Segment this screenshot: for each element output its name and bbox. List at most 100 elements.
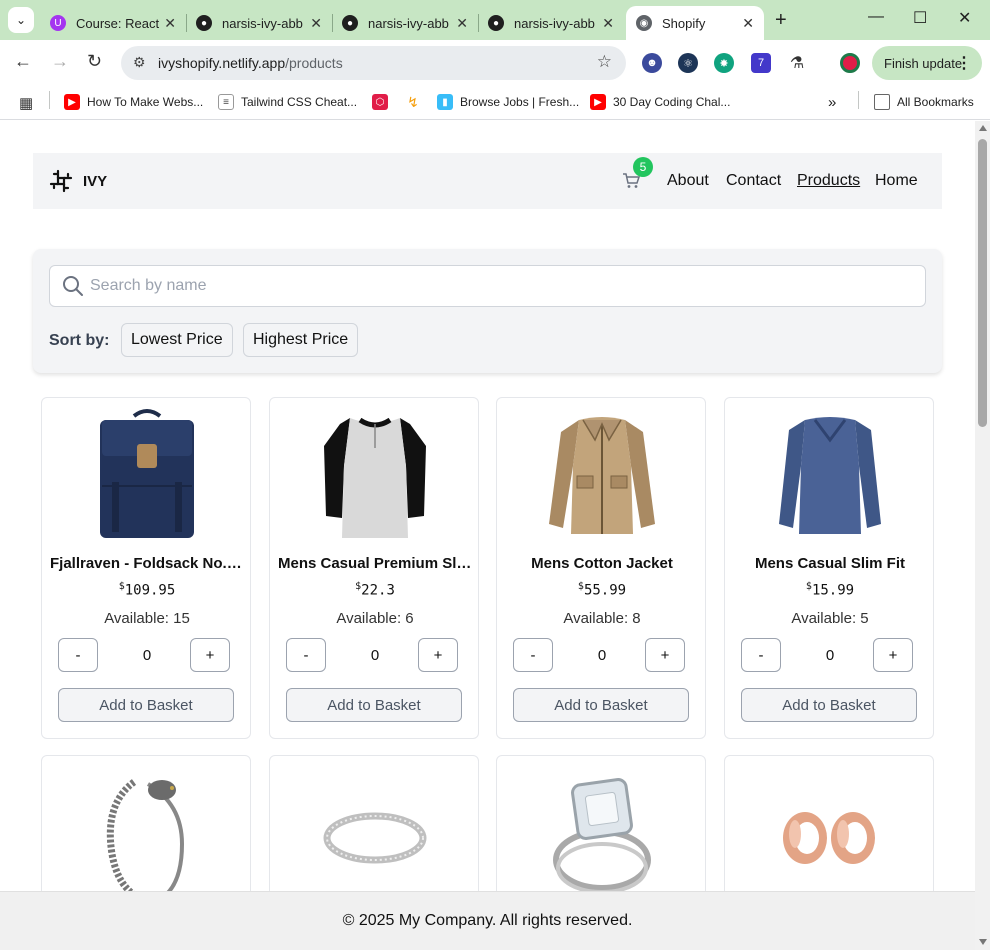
scroll-thumb[interactable] <box>978 139 987 427</box>
bookmark-item[interactable]: ↯ <box>405 94 428 110</box>
hexagon-icon: ⬡ <box>372 94 388 110</box>
page-scrollbar[interactable] <box>975 121 990 950</box>
price-value: 22.3 <box>361 582 395 599</box>
availability-text: Available: 15 <box>104 610 190 627</box>
bookmark-item[interactable]: ≡ Tailwind CSS Cheat... <box>218 94 357 110</box>
nav-products[interactable]: Products <box>797 172 860 190</box>
product-price: $109.95 <box>42 581 252 599</box>
scroll-down-arrow-icon[interactable] <box>979 939 987 945</box>
search-box <box>49 265 926 307</box>
tab-course-react[interactable]: U Course: React ✕ <box>40 6 186 40</box>
tab-search-button[interactable]: ⌄ <box>8 7 34 33</box>
tab-github-1[interactable]: ● narsis-ivy-abb ✕ <box>186 6 332 40</box>
github-icon: ● <box>342 15 358 31</box>
increase-qty-button[interactable]: + <box>418 638 458 672</box>
bookmark-item[interactable]: ▮ Browse Jobs | Fresh... <box>437 94 579 110</box>
brand-logo[interactable]: IVY <box>49 169 107 193</box>
extension-badge-icon[interactable]: 7 <box>751 53 771 73</box>
finish-update-button[interactable]: Finish update ⋮ <box>872 46 982 80</box>
close-icon[interactable]: ✕ <box>742 15 754 32</box>
all-bookmarks-label: All Bookmarks <box>897 95 974 109</box>
increase-qty-button[interactable]: + <box>645 638 685 672</box>
scroll-up-arrow-icon[interactable] <box>979 125 987 131</box>
tab-github-2[interactable]: ● narsis-ivy-abb ✕ <box>332 6 478 40</box>
page-viewport: IVY 5 About Contact Products Home Sort b… <box>0 121 975 950</box>
add-to-basket-button[interactable]: Add to Basket <box>741 688 917 722</box>
close-icon[interactable]: ✕ <box>602 15 614 32</box>
decrease-qty-button[interactable]: - <box>58 638 98 672</box>
footer-copyright: © 2025 My Company. All rights reserved. <box>342 912 633 929</box>
address-bar[interactable]: ⚙ ivyshopify.netlify.app/products ☆ <box>121 46 626 80</box>
search-icon <box>63 276 83 296</box>
add-to-basket-button[interactable]: Add to Basket <box>513 688 689 722</box>
tab-shopify[interactable]: ◉ Shopify ✕ <box>626 6 764 40</box>
bookmark-label: Browse Jobs | Fresh... <box>460 95 580 109</box>
address-url[interactable]: ivyshopify.netlify.app/products <box>158 55 343 71</box>
sort-highest-price-button[interactable]: Highest Price <box>243 323 359 357</box>
product-name: Mens Cotton Jacket <box>531 555 673 572</box>
site-settings-icon[interactable]: ⚙ <box>133 54 146 71</box>
availability-text: Available: 6 <box>336 610 414 627</box>
bookmark-star-icon[interactable]: ☆ <box>597 52 612 72</box>
sort-lowest-price-button[interactable]: Lowest Price <box>121 323 233 357</box>
close-icon[interactable]: ✕ <box>456 15 468 32</box>
product-price: $55.99 <box>497 581 707 599</box>
diamond-ring-image <box>553 778 651 894</box>
filter-panel: Sort by: Lowest Price Highest Price <box>33 249 942 373</box>
close-icon[interactable]: ✕ <box>164 15 176 32</box>
nav-about[interactable]: About <box>667 172 709 190</box>
decrease-qty-button[interactable]: - <box>741 638 781 672</box>
more-bookmarks-icon[interactable]: » <box>828 94 836 111</box>
chatgpt-icon[interactable]: ✸ <box>714 53 734 73</box>
bookmark-item[interactable]: ▶ How To Make Webs... <box>64 94 203 110</box>
apps-grid-icon[interactable]: ▦ <box>19 94 33 112</box>
extension-face-icon[interactable]: ☻ <box>642 53 662 73</box>
bookmark-item[interactable]: ⬡ <box>372 94 395 110</box>
search-input[interactable] <box>90 266 910 306</box>
bookmarks-bar: ▦ ▶ How To Make Webs... ≡ Tailwind CSS Che… <box>0 86 990 120</box>
decrease-qty-button[interactable]: - <box>513 638 553 672</box>
site-header: IVY 5 About Contact Products Home <box>33 153 942 209</box>
tab-strip: ⌄ U Course: React ✕ ● narsis-ivy-abb ✕ ●… <box>0 0 990 40</box>
new-tab-icon[interactable]: + <box>775 9 787 32</box>
tshirt-image <box>324 417 426 538</box>
product-price: $15.99 <box>725 581 935 599</box>
quantity-value: 0 <box>597 647 607 664</box>
quantity-value: 0 <box>825 647 835 664</box>
price-value: 55.99 <box>583 582 627 599</box>
tab-title: narsis-ivy-abb <box>222 15 303 31</box>
maximize-icon[interactable]: ☐ <box>913 8 927 28</box>
browser-toolbar: ← → ↻ ⚙ ivyshopify.netlify.app/products … <box>0 40 990 86</box>
react-devtools-icon[interactable]: ⚛ <box>678 53 698 73</box>
bookmark-label: Tailwind CSS Cheat... <box>241 95 358 109</box>
product-name: Mens Casual Premium Slim Fit T-Shirts <box>278 555 472 572</box>
nav-home[interactable]: Home <box>875 172 918 190</box>
more-menu-icon[interactable]: ⋮ <box>956 53 972 73</box>
increase-qty-button[interactable]: + <box>190 638 230 672</box>
sort-label: Sort by: <box>49 332 110 349</box>
window-close-icon[interactable]: ✕ <box>958 8 971 28</box>
close-icon[interactable]: ✕ <box>310 15 322 32</box>
tab-title: Shopify <box>662 15 706 31</box>
tab-title: narsis-ivy-abb <box>368 15 449 31</box>
add-to-basket-button[interactable]: Add to Basket <box>58 688 234 722</box>
all-bookmarks-button[interactable]: All Bookmarks <box>874 94 974 110</box>
tab-github-3[interactable]: ● narsis-ivy-abb ✕ <box>478 6 624 40</box>
minimize-icon[interactable]: — <box>868 8 884 26</box>
brand-name: IVY <box>83 172 108 190</box>
decrease-qty-button[interactable]: - <box>286 638 326 672</box>
add-to-basket-button[interactable]: Add to Basket <box>286 688 462 722</box>
github-icon: ● <box>488 15 504 31</box>
forward-icon[interactable]: → <box>51 51 69 72</box>
product-name: Mens Casual Slim Fit <box>754 555 906 572</box>
bookmark-item[interactable]: ▶ 30 Day Coding Chal... <box>590 94 730 110</box>
reload-icon[interactable]: ↻ <box>87 51 102 72</box>
nav-contact[interactable]: Contact <box>726 172 781 190</box>
increase-qty-button[interactable]: + <box>873 638 913 672</box>
ring-image <box>323 812 427 864</box>
back-icon[interactable]: ← <box>14 51 32 72</box>
ear-plugs-image <box>783 812 875 864</box>
extensions-puzzle-icon[interactable]: ⚗ <box>787 53 807 73</box>
profile-avatar[interactable] <box>840 53 860 73</box>
sweater-image <box>779 417 881 534</box>
